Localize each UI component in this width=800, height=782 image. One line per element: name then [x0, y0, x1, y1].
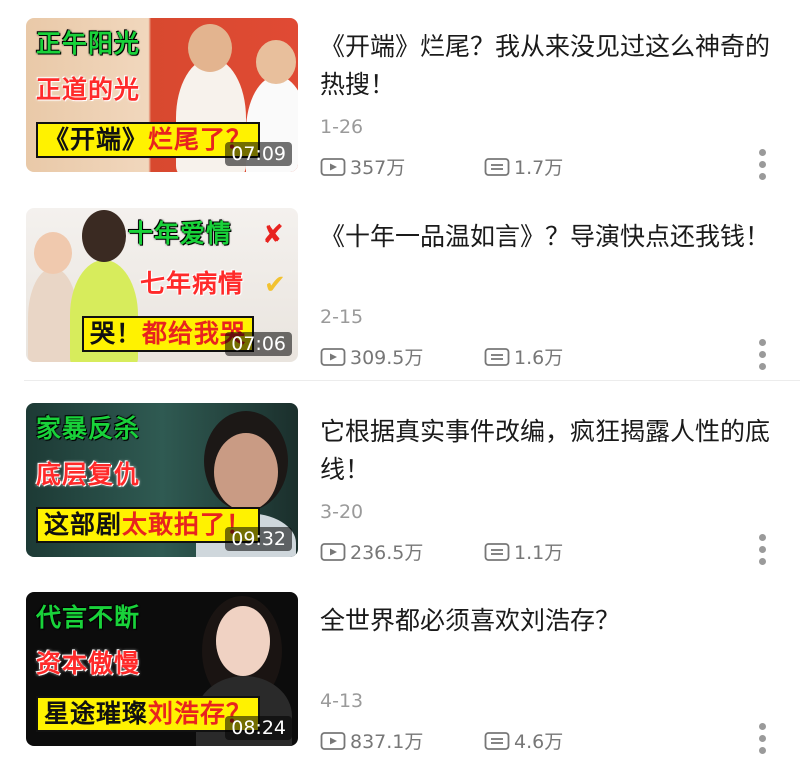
video-thumbnail[interactable]: 家暴反杀 底层复仇 这部剧太敢拍了！ 09:32 [26, 403, 298, 557]
thumbnail-caption: 哭！ [90, 319, 143, 348]
view-count: 309.5万 [320, 343, 423, 370]
video-duration: 08:24 [225, 716, 292, 740]
thumbnail-caption: 七年病情 [140, 269, 245, 298]
video-thumbnail[interactable]: 十年爱情 ✘ 七年病情 ✔ 哭！都给我哭 07:06 [26, 208, 298, 362]
thumbnail-caption: 这部剧 [44, 510, 123, 539]
video-date: 2-15 [320, 306, 364, 328]
video-duration: 09:32 [225, 527, 292, 551]
thumbnail-caption: 家暴反杀 [36, 414, 141, 443]
comment-count: 1.1万 [484, 538, 563, 565]
thumbnail-caption: 星途璀璨 [44, 699, 149, 728]
divider [24, 380, 800, 381]
video-list: 正午阳光 正道的光 《开端》烂尾了？ 07:09 《开端》烂尾？我从来没见过这么… [0, 0, 800, 766]
video-date: 1-26 [320, 116, 364, 138]
comment-icon [484, 347, 510, 366]
play-count-icon [320, 731, 346, 750]
video-date: 3-20 [320, 501, 364, 523]
comment-count: 1.6万 [484, 343, 563, 370]
play-count-icon [320, 157, 346, 176]
video-item[interactable]: 代言不断 资本傲慢 星途璀璨刘浩存？ 08:24 全世界都必须喜欢刘浩存？ 4-… [0, 592, 800, 782]
thumbnail-caption: 正道的光 [36, 75, 141, 104]
thumbnail-caption: 资本傲慢 [36, 649, 141, 678]
more-vertical-icon[interactable] [756, 146, 768, 186]
view-count: 357万 [320, 153, 405, 180]
thumbnail-caption: 正午阳光 [36, 29, 141, 58]
more-vertical-icon[interactable] [756, 336, 768, 376]
video-date: 4-13 [320, 690, 364, 712]
check-icon: ✔ [264, 270, 286, 300]
comment-icon [484, 731, 510, 750]
more-vertical-icon[interactable] [756, 720, 768, 760]
comment-icon [484, 542, 510, 561]
comment-count: 4.6万 [484, 727, 563, 754]
comment-icon [484, 157, 510, 176]
video-item[interactable]: 正午阳光 正道的光 《开端》烂尾了？ 07:09 《开端》烂尾？我从来没见过这么… [0, 18, 800, 208]
video-thumbnail[interactable]: 代言不断 资本傲慢 星途璀璨刘浩存？ 08:24 [26, 592, 298, 746]
video-thumbnail[interactable]: 正午阳光 正道的光 《开端》烂尾了？ 07:09 [26, 18, 298, 172]
video-item[interactable]: 家暴反杀 底层复仇 这部剧太敢拍了！ 09:32 它根据真实事件改编，疯狂揭露人… [0, 403, 800, 593]
video-item[interactable]: 十年爱情 ✘ 七年病情 ✔ 哭！都给我哭 07:06 《十年一品温如言》？导演快… [0, 208, 800, 398]
video-duration: 07:09 [225, 142, 292, 166]
video-title[interactable]: 《十年一品温如言》？导演快点还我钱！ [320, 218, 770, 256]
video-title[interactable]: 它根据真实事件改编，疯狂揭露人性的底线！ [320, 413, 770, 489]
view-count: 236.5万 [320, 538, 423, 565]
video-duration: 07:06 [225, 332, 292, 356]
view-count: 837.1万 [320, 727, 423, 754]
thumbnail-caption: 十年爱情 [128, 219, 233, 248]
comment-count: 1.7万 [484, 153, 563, 180]
video-title[interactable]: 《开端》烂尾？我从来没见过这么神奇的热搜！ [320, 28, 770, 104]
thumbnail-caption: 底层复仇 [36, 460, 141, 489]
cross-icon: ✘ [262, 220, 284, 250]
more-vertical-icon[interactable] [756, 531, 768, 571]
thumbnail-caption: 《开端》 [44, 125, 149, 154]
thumbnail-caption: 代言不断 [36, 603, 141, 632]
video-title[interactable]: 全世界都必须喜欢刘浩存？ [320, 602, 770, 640]
play-count-icon [320, 347, 346, 366]
play-count-icon [320, 542, 346, 561]
